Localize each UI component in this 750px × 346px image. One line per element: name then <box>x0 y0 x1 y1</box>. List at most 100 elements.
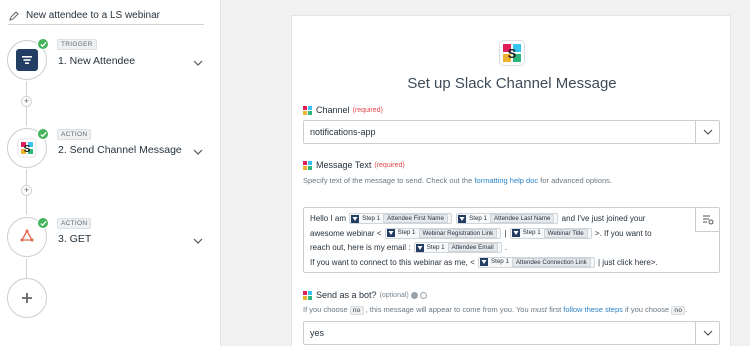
channel-select[interactable]: notifications-app <box>303 120 720 144</box>
send-as-bot-select[interactable]: yes <box>303 321 720 345</box>
send-as-bot-help-text: If you choose no , this message will app… <box>303 305 688 315</box>
slack-icon: S <box>17 138 37 158</box>
step-3-label: 3. GET <box>58 233 92 245</box>
step-editor: S Set up Slack Channel Message Channel (… <box>222 0 750 346</box>
filter-list-icon <box>511 229 520 238</box>
step-connector <box>26 259 27 278</box>
step-2-tag: ACTION <box>57 129 92 140</box>
pill-step: Step 1 <box>522 229 541 237</box>
svg-text:S: S <box>24 144 31 155</box>
chevron-down-icon[interactable] <box>193 144 203 155</box>
message-text-segment: and I've just joined your <box>561 214 646 223</box>
check-icon <box>37 217 49 229</box>
svg-text:S: S <box>508 46 517 61</box>
message-text-segment: awesome webinar < <box>310 228 382 238</box>
filter-list-icon <box>386 229 395 238</box>
optional-marker: (optional) <box>379 291 409 299</box>
field-pill-webinar-title[interactable]: Step 1 Webinar Title <box>509 227 592 239</box>
field-pill-email[interactable]: Step 1 Attendee Email <box>413 242 502 254</box>
pill-field: Webinar Registration Link <box>418 228 498 238</box>
send-as-bot-label: Send as a bot? (optional) <box>303 290 427 300</box>
chevron-down-icon[interactable] <box>695 322 719 344</box>
required-marker: (required) <box>352 106 383 114</box>
code-no: no <box>671 306 686 315</box>
pill-step: Step 1 <box>469 214 488 222</box>
message-text-label-text: Message Text <box>316 160 372 170</box>
pencil-icon <box>8 10 20 22</box>
code-no: no <box>349 306 364 315</box>
field-pill-connection-link[interactable]: Step 1 Attendee Connection Link <box>478 256 595 268</box>
slack-icon <box>303 105 312 115</box>
send-as-bot-label-text: Send as a bot? <box>316 290 377 300</box>
channel-label: Channel (required) <box>303 105 383 115</box>
bot-help-segment: if you choose <box>625 305 670 314</box>
filter-list-icon <box>415 243 424 252</box>
plus-icon <box>22 293 32 303</box>
step-2-label: 2. Send Channel Message <box>58 144 182 156</box>
add-step-plus-icon[interactable]: + <box>21 96 32 107</box>
message-help-suffix: for advanced options. <box>540 176 612 185</box>
step-2-send-channel-message[interactable]: S ACTION 2. Send Channel Message <box>0 126 221 176</box>
filter-list-icon <box>16 49 38 71</box>
bot-help-segment: . <box>685 305 688 314</box>
bot-help-segment: first <box>549 305 562 314</box>
zap-steps-sidebar: New attendee to a LS webinar TRIGGER 1. … <box>0 0 221 346</box>
step-3-get[interactable]: ACTION 3. GET <box>0 215 221 265</box>
pill-field: Attendee Last Name <box>490 214 555 224</box>
list-settings-icon <box>702 215 713 225</box>
required-marker: (required) <box>374 161 405 169</box>
page-title: Set up Slack Channel Message <box>407 75 617 92</box>
chevron-down-icon[interactable] <box>695 121 719 143</box>
field-pill-first-name[interactable]: Step 1 Attendee First Name <box>349 213 452 225</box>
message-line-2: awesome webinar < Step 1 Webinar Registra… <box>310 227 689 242</box>
pill-field: Attendee Email <box>447 243 498 253</box>
follow-steps-link[interactable]: follow these steps <box>563 305 623 314</box>
bot-help-segment: If you choose <box>303 305 348 314</box>
formatting-help-link[interactable]: formatting help doc <box>474 176 538 185</box>
message-line-1: Hello I am Step 1 Attendee First Name Ste… <box>310 212 689 227</box>
webhook-icon <box>20 229 34 242</box>
step-1-new-attendee[interactable]: TRIGGER 1. New Attendee <box>0 36 221 86</box>
filter-list-icon <box>480 258 488 267</box>
message-text-input[interactable]: Hello I am Step 1 Attendee First Name Ste… <box>303 207 720 273</box>
slack-logo-icon: S <box>499 40 525 66</box>
check-icon <box>37 128 49 140</box>
pill-step: Step 1 <box>362 214 381 222</box>
pill-step: Step 1 <box>491 258 509 266</box>
chevron-down-icon[interactable] <box>193 55 203 66</box>
message-help-text: Specify text of the message to send. Che… <box>303 176 612 185</box>
pill-field: Attendee First Name <box>383 214 448 224</box>
pill-step: Step 1 <box>426 243 445 251</box>
step-1-label: 1. New Attendee <box>58 55 136 67</box>
message-text-segment: | just click here>. <box>598 257 658 267</box>
bot-help-segment: , this message will appear to come from … <box>365 305 529 314</box>
channel-value: notifications-app <box>310 127 376 137</box>
field-pill-registration-link[interactable]: Step 1 Webinar Registration Link <box>384 227 502 239</box>
add-step-button[interactable] <box>7 278 47 318</box>
zap-title-field[interactable]: New attendee to a LS webinar <box>8 7 204 25</box>
message-text-segment: . <box>504 243 508 252</box>
message-text-label: Message Text (required) <box>303 160 405 170</box>
pill-step: Step 1 <box>397 229 416 237</box>
chevron-down-icon[interactable] <box>193 233 203 244</box>
message-text-segment: If you want to connect to this webinar a… <box>310 257 475 267</box>
pill-field: Attendee Connection Link <box>511 257 591 267</box>
bot-help-emphasis: must <box>530 305 547 314</box>
add-step-plus-icon[interactable]: + <box>21 185 32 196</box>
message-text-segment: >. If you want to <box>594 228 652 238</box>
setup-card: S Set up Slack Channel Message Channel (… <box>291 15 731 346</box>
channel-label-text: Channel <box>316 105 350 115</box>
send-as-bot-value: yes <box>310 328 325 338</box>
message-help-prefix: Specify text of the message to send. Che… <box>303 176 473 185</box>
radio-empty-icon[interactable] <box>419 291 427 299</box>
zap-title-text: New attendee to a LS webinar <box>26 10 160 21</box>
radio-filled-icon[interactable] <box>410 291 418 299</box>
message-text-segment: reach out, here is my email : <box>310 243 411 252</box>
field-pill-last-name[interactable]: Step 1 Attendee Last Name <box>456 213 559 225</box>
insert-data-button[interactable] <box>695 208 719 232</box>
step-3-tag: ACTION <box>57 218 92 229</box>
step-1-tag: TRIGGER <box>57 39 97 50</box>
filter-list-icon <box>458 214 467 223</box>
message-text-segment: Hello I am <box>310 214 347 223</box>
message-line-4: If you want to connect to this webinar a… <box>310 256 689 271</box>
